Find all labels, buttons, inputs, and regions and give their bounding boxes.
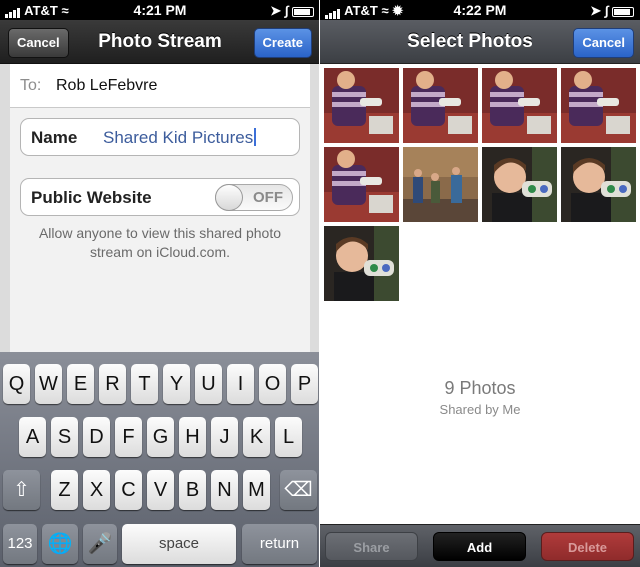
key-e[interactable]: E	[67, 364, 94, 404]
space-key[interactable]: space	[122, 524, 236, 564]
cancel-button[interactable]: Cancel	[573, 28, 634, 58]
photo-thumbnail[interactable]	[324, 68, 399, 143]
key-c[interactable]: C	[115, 470, 142, 510]
name-input[interactable]: Shared Kid Pictures	[103, 128, 257, 148]
toggle-state-label: OFF	[253, 189, 283, 206]
key-f[interactable]: F	[115, 417, 142, 457]
location-icon: ➤	[270, 3, 282, 18]
return-key[interactable]: return	[242, 524, 317, 564]
status-bar: AT&T ≈ 4:21 PM ➤ ∫	[0, 0, 320, 20]
keyboard: Q W E R T Y U I O P A S D F G H J K L ⇧ …	[0, 352, 320, 567]
share-button[interactable]: Share	[325, 532, 418, 561]
key-u[interactable]: U	[195, 364, 222, 404]
kids-playing-photo	[324, 147, 399, 222]
backspace-key[interactable]: ⌫	[280, 470, 317, 510]
add-button[interactable]: Add	[433, 532, 526, 561]
photo-thumbnail[interactable]	[561, 68, 636, 143]
dictation-key[interactable]: 🎤	[83, 524, 117, 564]
photo-thumbnail[interactable]	[482, 147, 557, 222]
key-h[interactable]: H	[179, 417, 206, 457]
compose-sheet: To: Rob LeFebvre Name Shared Kid Picture…	[10, 64, 310, 352]
globe-icon: 🌐	[47, 533, 73, 555]
public-website-toggle[interactable]: OFF	[215, 184, 293, 211]
to-field[interactable]: To: Rob LeFebvre	[10, 64, 310, 108]
photo-thumbnail[interactable]	[403, 147, 478, 222]
kids-playing-photo	[324, 68, 399, 143]
bottom-toolbar: Share Add Delete	[320, 524, 640, 567]
create-button[interactable]: Create	[253, 28, 312, 58]
shift-key[interactable]: ⇧	[3, 470, 40, 510]
public-website-caption: Allow anyone to view this shared photo s…	[38, 225, 282, 260]
photo-thumbnail[interactable]	[482, 68, 557, 143]
name-input-text: Shared Kid Pictures	[103, 128, 254, 147]
nav-bar: Cancel Photo Stream Create	[0, 20, 320, 64]
key-v[interactable]: V	[147, 470, 174, 510]
key-l[interactable]: L	[275, 417, 302, 457]
bluetooth-icon: ∫	[604, 3, 609, 18]
recipient-name[interactable]: Rob LeFebvre	[56, 77, 157, 95]
boy-portrait-photo	[561, 147, 636, 222]
key-z[interactable]: Z	[51, 470, 78, 510]
nav-bar: Select Photos Cancel	[320, 20, 640, 64]
toggle-knob	[215, 184, 243, 211]
photo-grid: 9 Photos Shared by Me	[320, 64, 640, 524]
key-i[interactable]: I	[227, 364, 254, 404]
boy-portrait-photo	[482, 147, 557, 222]
key-x[interactable]: X	[83, 470, 110, 510]
key-o[interactable]: O	[259, 364, 286, 404]
bluetooth-icon: ∫	[284, 3, 289, 18]
key-y[interactable]: Y	[163, 364, 190, 404]
key-k[interactable]: K	[243, 417, 270, 457]
delete-button[interactable]: Delete	[541, 532, 634, 561]
photo-thumbnail[interactable]	[561, 147, 636, 222]
key-q[interactable]: Q	[3, 364, 30, 404]
to-label: To:	[20, 77, 42, 94]
shared-by-label: Shared by Me	[439, 402, 521, 417]
battery-icon	[612, 6, 634, 17]
location-icon: ➤	[590, 3, 602, 18]
globe-key[interactable]: 🌐	[42, 524, 78, 564]
right-screen: AT&T ≈ ✹ 4:22 PM ➤ ∫ Select Photos Cance…	[320, 0, 640, 567]
room-group-photo	[403, 147, 478, 222]
name-label: Name	[31, 128, 78, 147]
public-website-label: Public Website	[31, 188, 152, 207]
shift-icon: ⇧	[13, 479, 30, 501]
key-s[interactable]: S	[51, 417, 78, 457]
public-website-row: Public Website OFF	[20, 178, 300, 216]
kids-playing-photo	[482, 68, 557, 143]
photo-count: 9 Photos	[444, 378, 516, 398]
kids-playing-photo	[403, 68, 478, 143]
photo-thumbnail[interactable]	[403, 68, 478, 143]
key-w[interactable]: W	[35, 364, 62, 404]
text-cursor	[254, 128, 257, 146]
name-field[interactable]: Name Shared Kid Pictures	[20, 118, 300, 156]
numbers-key[interactable]: 123	[3, 524, 37, 564]
key-d[interactable]: D	[83, 417, 110, 457]
key-b[interactable]: B	[179, 470, 206, 510]
form-area: To: Rob LeFebvre Name Shared Kid Picture…	[0, 64, 320, 352]
battery-icon	[292, 6, 314, 17]
key-n[interactable]: N	[211, 470, 238, 510]
key-g[interactable]: G	[147, 417, 174, 457]
key-r[interactable]: R	[99, 364, 126, 404]
status-bar: AT&T ≈ ✹ 4:22 PM ➤ ∫	[320, 0, 640, 20]
key-m[interactable]: M	[243, 470, 270, 510]
key-a[interactable]: A	[19, 417, 46, 457]
key-j[interactable]: J	[211, 417, 238, 457]
kids-playing-photo	[561, 68, 636, 143]
photo-thumbnail[interactable]	[324, 226, 399, 301]
key-t[interactable]: T	[131, 364, 158, 404]
left-screen: AT&T ≈ 4:21 PM ➤ ∫ Cancel Photo Stream C…	[0, 0, 320, 567]
boy-portrait-photo	[324, 226, 399, 301]
key-p[interactable]: P	[291, 364, 318, 404]
photo-thumbnail[interactable]	[324, 147, 399, 222]
microphone-icon: 🎤	[87, 533, 113, 555]
backspace-icon: ⌫	[284, 479, 313, 501]
